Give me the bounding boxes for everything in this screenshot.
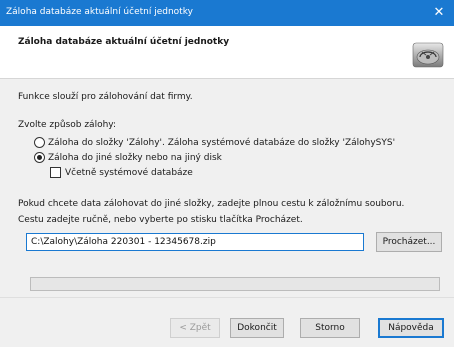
backup-dialog: Záloha databáze aktuální účetní jednotky…	[0, 0, 454, 347]
back-button[interactable]: < Zpět	[170, 318, 220, 338]
browse-button-label: Procházet...	[382, 237, 436, 247]
cancel-button-label: Storno	[315, 323, 345, 333]
include-system-checkbox[interactable]	[50, 167, 61, 178]
cancel-button[interactable]: Storno	[300, 318, 360, 338]
dialog-heading: Záloha databáze aktuální účetní jednotky	[18, 37, 230, 47]
include-system-checkbox-row[interactable]: Včetně systémové databáze	[50, 167, 193, 179]
radio-option-label: Záloha do jiné složky nebo na jiný disk	[48, 153, 222, 163]
help-button-label: Nápověda	[388, 323, 434, 333]
dialog-content: Funkce slouží pro zálohování dat firmy. …	[0, 79, 454, 297]
radio-option-other-folder[interactable]: Záloha do jiné složky nebo na jiný disk	[34, 152, 222, 164]
title-bar[interactable]: Záloha databáze aktuální účetní jednotky…	[0, 0, 454, 26]
radio-option-default-folder[interactable]: Záloha do složky 'Zálohy'. Záloha systém…	[34, 137, 395, 149]
dialog-header: Záloha databáze aktuální účetní jednotky	[0, 26, 454, 79]
help-button[interactable]: Nápověda	[378, 318, 444, 338]
radio-button-selected[interactable]	[34, 152, 45, 163]
include-system-label: Včetně systémové databáze	[65, 168, 193, 178]
backup-progress-bar	[30, 277, 440, 291]
finish-button-label: Dokončit	[237, 323, 277, 333]
browse-button[interactable]: Procházet...	[376, 232, 442, 252]
radio-button[interactable]	[34, 137, 45, 148]
intro-text: Funkce slouží pro zálohování dat firmy.	[18, 92, 193, 102]
database-backup-icon	[412, 42, 444, 68]
choose-label: Zvolte způsob zálohy:	[18, 120, 116, 130]
path-hint-1: Pokud chcete data zálohovat do jiné slož…	[18, 199, 405, 209]
backup-path-input[interactable]: C:\Zalohy\Záloha 220301 - 12345678.zip	[26, 233, 364, 251]
window-title: Záloha databáze aktuální účetní jednotky	[6, 7, 193, 17]
dialog-footer: < Zpět Dokončit Storno Nápověda	[0, 297, 454, 347]
back-button-label: < Zpět	[179, 323, 211, 333]
path-hint-2: Cestu zadejte ručně, nebo vyberte po sti…	[18, 215, 303, 225]
finish-button[interactable]: Dokončit	[230, 318, 284, 338]
close-icon[interactable]: ✕	[424, 0, 454, 26]
radio-option-label: Záloha do složky 'Zálohy'. Záloha systém…	[48, 138, 396, 148]
